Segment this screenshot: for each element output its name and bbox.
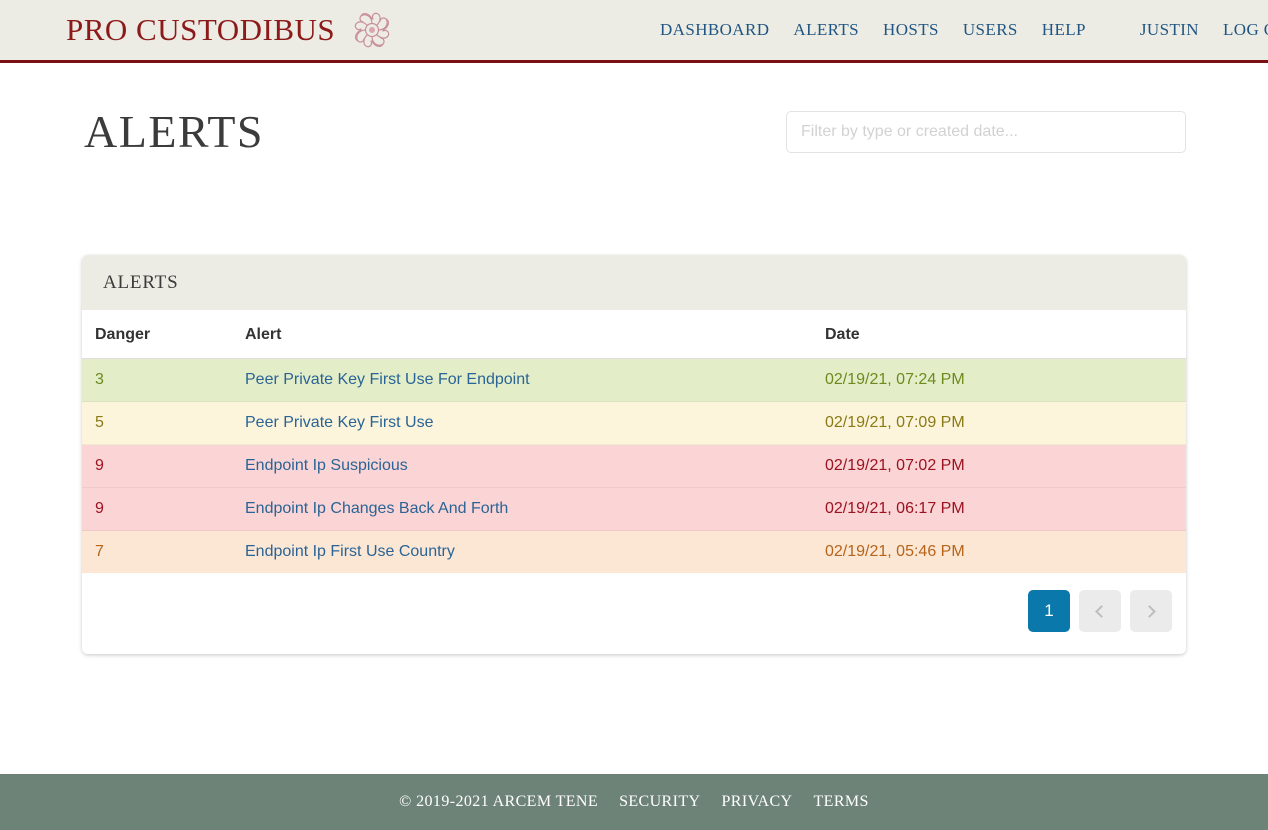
- danger-score: 5: [95, 414, 104, 431]
- alert-link[interactable]: Peer Private Key First Use For Endpoint: [245, 371, 530, 388]
- pagination: 1: [82, 573, 1186, 654]
- danger-score: 9: [95, 457, 104, 474]
- page-body: ALERTS ALERTS Danger Alert Date 3 Peer P…: [0, 63, 1268, 774]
- alert-link[interactable]: Peer Private Key First Use: [245, 414, 434, 431]
- column-header-date[interactable]: Date: [812, 310, 1186, 359]
- alert-date: 02/19/21, 07:24 PM: [825, 371, 965, 388]
- table-row[interactable]: 3 Peer Private Key First Use For Endpoin…: [82, 358, 1186, 402]
- card-title: ALERTS: [103, 271, 179, 293]
- page-header-row: ALERTS: [0, 63, 1268, 158]
- nav-item-user-justin[interactable]: JUSTIN: [1128, 20, 1211, 40]
- alert-date: 02/19/21, 07:02 PM: [825, 457, 965, 474]
- card-header: ALERTS: [82, 255, 1186, 310]
- danger-score: 9: [95, 500, 104, 517]
- copyright-text: © 2019-2021 ARCEM TENE: [399, 793, 599, 810]
- site-footer: © 2019-2021 ARCEM TENE SECURITY PRIVACY …: [0, 774, 1268, 830]
- alert-link[interactable]: Endpoint Ip Changes Back And Forth: [245, 500, 508, 517]
- alert-date: 02/19/21, 07:09 PM: [825, 414, 965, 431]
- page-title: ALERTS: [84, 106, 265, 157]
- column-header-alert[interactable]: Alert: [232, 310, 812, 359]
- table-row[interactable]: 5 Peer Private Key First Use 02/19/21, 0…: [82, 401, 1186, 445]
- table-row[interactable]: 9 Endpoint Ip Suspicious 02/19/21, 07:02…: [82, 444, 1186, 488]
- alert-date: 02/19/21, 05:46 PM: [825, 543, 965, 560]
- medusa-head-ornament-icon: [349, 7, 395, 53]
- site-header: PRO CUSTODIBUS DASHBOARD ALERTS HOSTS US…: [0, 0, 1268, 63]
- table-head: Danger Alert Date: [82, 310, 1186, 359]
- alert-link[interactable]: Endpoint Ip Suspicious: [245, 457, 408, 474]
- table-header-row: Danger Alert Date: [82, 310, 1186, 359]
- danger-score: 3: [95, 371, 104, 388]
- nav-item-dashboard[interactable]: DASHBOARD: [660, 20, 781, 40]
- nav-item-hosts[interactable]: HOSTS: [871, 20, 951, 40]
- table-row[interactable]: 9 Endpoint Ip Changes Back And Forth 02/…: [82, 487, 1186, 531]
- nav-item-help[interactable]: HELP: [1030, 20, 1098, 40]
- table-row[interactable]: 7 Endpoint Ip First Use Country 02/19/21…: [82, 530, 1186, 573]
- footer-link-security[interactable]: SECURITY: [619, 793, 700, 811]
- filter-input[interactable]: [786, 110, 1186, 153]
- nav-item-alerts[interactable]: ALERTS: [781, 20, 871, 40]
- alert-link[interactable]: Endpoint Ip First Use Country: [245, 543, 455, 560]
- brand-logo-link[interactable]: PRO CUSTODIBUS: [66, 7, 395, 53]
- chevron-right-icon: [1143, 604, 1156, 618]
- pagination-page-1[interactable]: 1: [1028, 590, 1070, 632]
- nav-item-users[interactable]: USERS: [951, 20, 1030, 40]
- pagination-previous-button[interactable]: [1079, 590, 1121, 632]
- alert-date: 02/19/21, 06:17 PM: [825, 500, 965, 517]
- chevron-left-icon: [1095, 604, 1108, 618]
- nav-item-log-out[interactable]: LOG OUT: [1211, 20, 1268, 40]
- brand-name: PRO CUSTODIBUS: [66, 12, 336, 47]
- table-body: 3 Peer Private Key First Use For Endpoin…: [82, 358, 1186, 573]
- danger-score: 7: [95, 543, 104, 560]
- pagination-next-button[interactable]: [1130, 590, 1172, 632]
- column-header-danger[interactable]: Danger: [82, 310, 232, 359]
- main-navigation: DASHBOARD ALERTS HOSTS USERS HELP JUSTIN…: [660, 0, 1268, 60]
- footer-link-privacy[interactable]: PRIVACY: [722, 793, 793, 811]
- alerts-card: ALERTS Danger Alert Date 3 Peer Private …: [82, 255, 1186, 654]
- alerts-table: Danger Alert Date 3 Peer Private Key Fir…: [82, 310, 1186, 573]
- footer-link-terms[interactable]: TERMS: [813, 793, 868, 811]
